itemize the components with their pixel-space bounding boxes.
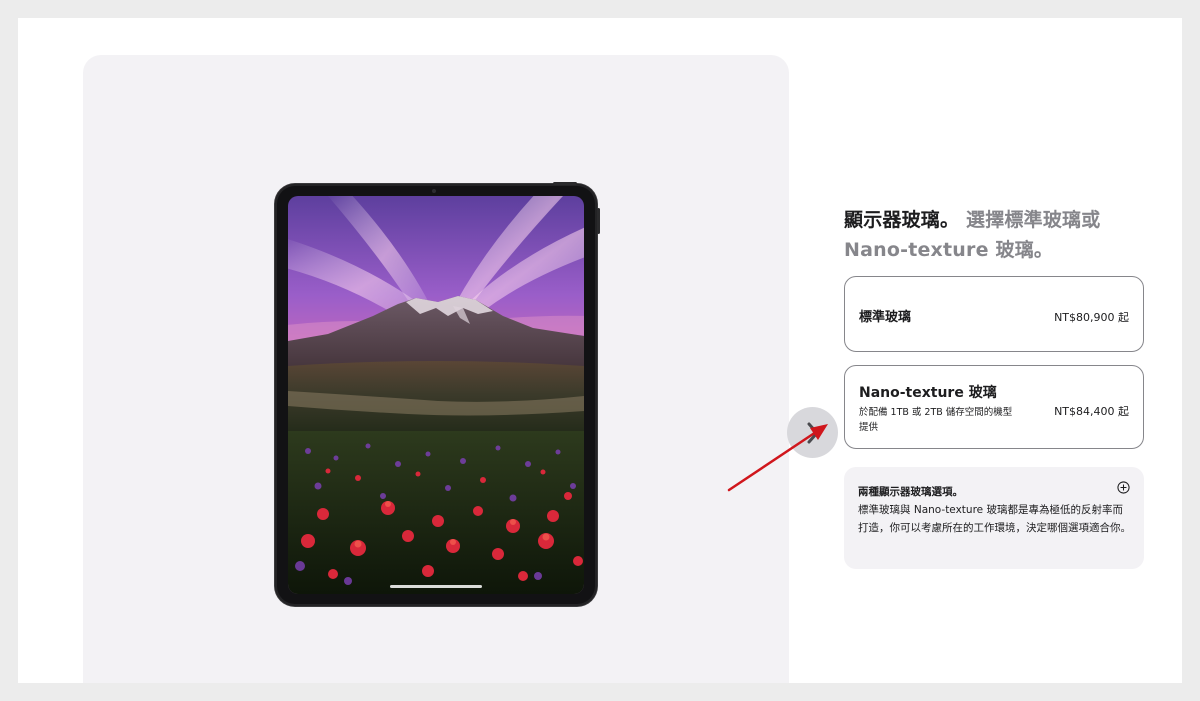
ipad-product-image (275, 182, 600, 606)
heading-sub-line1: 選擇標準玻璃或 (966, 209, 1101, 231)
option-price: NT$84,400 起 (1054, 405, 1129, 418)
screenshot-frame: 顯示器玻璃。 選擇標準玻璃或 Nano-texture 玻璃。 標準玻璃 NT$… (18, 18, 1182, 683)
option-price: NT$80,900 起 (1054, 311, 1129, 324)
ipad-camera (432, 189, 436, 193)
option-standard-glass[interactable]: 標準玻璃 NT$80,900 起 (844, 276, 1144, 352)
product-gallery (83, 55, 838, 683)
plus-circle-icon[interactable] (1117, 481, 1130, 494)
ipad-side-button (597, 208, 600, 234)
option-title: Nano-texture 玻璃 (859, 385, 997, 401)
info-title: 兩種顯示器玻璃選項。 (858, 486, 963, 498)
home-indicator (390, 585, 482, 588)
section-heading: 顯示器玻璃。 選擇標準玻璃或 Nano-texture 玻璃。 (844, 205, 1146, 265)
info-body: 標準玻璃與 Nano-texture 玻璃都是專為極低的反射率而打造，你可以考慮… (858, 504, 1131, 534)
heading-sub-line2: Nano-texture 玻璃。 (844, 239, 1054, 261)
gallery-next-button[interactable] (787, 407, 838, 458)
ipad-top-button (553, 182, 577, 185)
heading-bold: 顯示器玻璃。 (844, 209, 960, 231)
ipad-screen-wallpaper (288, 196, 584, 594)
option-availability-note: 於配備 1TB 或 2TB 儲存空間的機型提供 (859, 407, 1013, 433)
option-title: 標準玻璃 (859, 310, 912, 325)
display-glass-panel: 顯示器玻璃。 選擇標準玻璃或 Nano-texture 玻璃。 標準玻璃 NT$… (844, 205, 1146, 569)
option-nano-texture-glass[interactable]: Nano-texture 玻璃 於配備 1TB 或 2TB 儲存空間的機型提供 … (844, 365, 1144, 449)
chevron-right-icon (807, 422, 818, 443)
glass-info-card[interactable]: 兩種顯示器玻璃選項。 標準玻璃與 Nano-texture 玻璃都是專為極低的反… (844, 467, 1144, 569)
